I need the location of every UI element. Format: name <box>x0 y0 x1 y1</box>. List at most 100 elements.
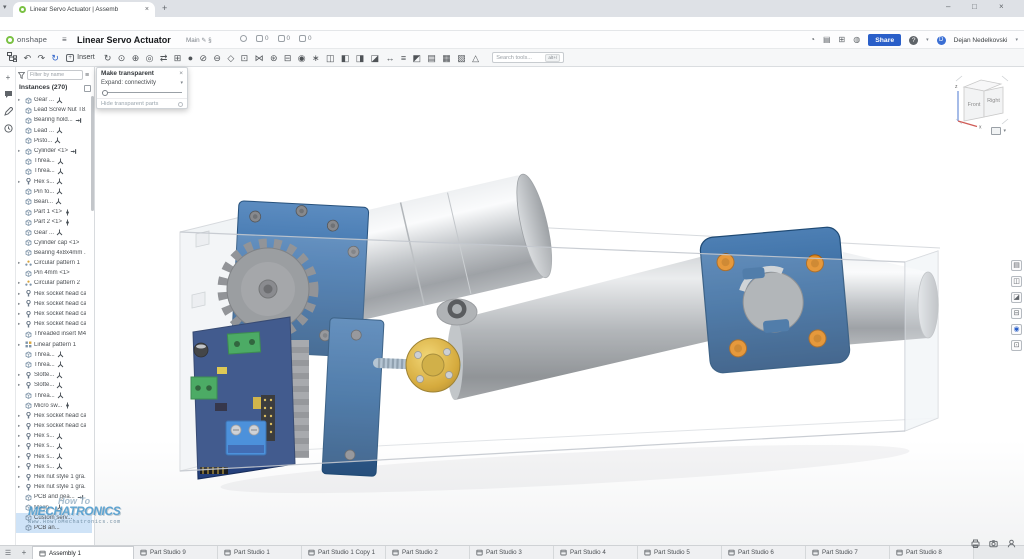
expand-caret-icon[interactable]: ▸ <box>18 148 23 154</box>
expand-caret-icon[interactable]: ▸ <box>18 321 23 327</box>
planar-mate-icon[interactable]: ⊞ <box>171 53 185 63</box>
list-scrollbar[interactable] <box>91 96 94 211</box>
instance-row[interactable]: ▸ Hex socket head ca... <box>16 309 92 319</box>
assembly-browser-icon[interactable] <box>4 52 20 64</box>
appearance-sphere-icon[interactable]: ◉ <box>1011 324 1022 335</box>
named-positions-icon[interactable]: ◨ <box>353 53 368 63</box>
instance-row[interactable]: ▸ Gear ... <box>16 95 92 105</box>
instance-row[interactable]: ▸ Threa... <box>16 350 92 360</box>
instance-row[interactable]: ▸ Hex socket head ca... <box>16 319 92 329</box>
slider-track[interactable] <box>102 92 182 93</box>
studio-tab[interactable]: Assembly 1 <box>32 546 134 559</box>
branch-counter[interactable]: 0 <box>256 35 269 42</box>
instance-row[interactable]: ▸ Hex socket head ca... <box>16 421 92 431</box>
onshape-logo[interactable]: onshape <box>6 35 47 44</box>
cylindrical-mate-icon[interactable]: ⊘ <box>196 53 210 63</box>
expand-caret-icon[interactable]: ▸ <box>18 311 23 317</box>
instance-row[interactable]: ▸ Hex socket head ca... <box>16 289 92 299</box>
expand-caret-icon[interactable]: ▸ <box>18 372 23 378</box>
feedback-icon[interactable]: ▤ <box>823 36 831 44</box>
expand-caret-icon[interactable]: ▸ <box>18 342 23 348</box>
instance-row[interactable]: ▸ Threa... <box>16 156 92 166</box>
instance-row[interactable]: ▸ Lead Screw Nut T8... <box>16 105 92 115</box>
display-states-icon[interactable]: ◧ <box>338 53 353 63</box>
bom-table-icon[interactable]: ▤ <box>1011 260 1022 271</box>
user-avatar[interactable]: D <box>937 36 946 45</box>
help-icon[interactable]: ? <box>909 36 918 45</box>
undo-icon[interactable]: ↶ <box>20 53 34 63</box>
instance-row[interactable]: ▸ Bearing 4x8x4mm ... <box>16 248 92 258</box>
instance-row[interactable]: ▸ Circular pattern 1 <box>16 258 92 268</box>
studio-tab[interactable]: Part Studio 4 <box>554 546 638 559</box>
insert-button[interactable]: + Insert <box>66 54 95 62</box>
instance-row[interactable]: ▸ Magn... <box>16 503 92 513</box>
instance-row[interactable]: ▸ Pin 4mm <1> <box>16 268 92 278</box>
comments-icon[interactable] <box>3 90 13 100</box>
rebuild-icon[interactable]: ↻ <box>48 53 62 63</box>
tab-search-icon[interactable]: ▾ <box>3 3 7 11</box>
instance-row[interactable]: ▸ Gear ... <box>16 227 92 237</box>
expand-caret-icon[interactable]: ▸ <box>18 464 23 470</box>
studio-tab[interactable]: Part Studio 5 <box>638 546 722 559</box>
instance-row[interactable]: ▸ Hex s... <box>16 177 92 187</box>
clipboard-icon[interactable]: ⊟ <box>1011 308 1022 319</box>
expand-caret-icon[interactable]: ▸ <box>18 454 23 460</box>
linear-pattern-icon[interactable]: ⊟ <box>281 53 295 63</box>
hide-transparent-parts-button[interactable]: Hide transparent parts <box>97 98 187 109</box>
new-tab-button[interactable]: + <box>162 4 167 13</box>
expand-caret-icon[interactable]: ▸ <box>18 291 23 297</box>
search-tools-input[interactable]: Search tools... alt+/ <box>492 52 564 63</box>
instance-row[interactable]: ▸ Hex s... <box>16 431 92 441</box>
revolute-mate-icon[interactable]: ◎ <box>142 53 156 63</box>
parts-list-icon[interactable]: ◫ <box>1011 276 1022 287</box>
instance-row[interactable]: ▸ Hex nut style 1 gra... <box>16 482 92 492</box>
share-button[interactable]: Share <box>868 34 901 46</box>
share-link-icon[interactable]: § <box>208 38 211 44</box>
collapse-all-icon[interactable] <box>84 85 91 92</box>
studio-tab[interactable]: Part Studio 8 <box>890 546 974 559</box>
expand-caret-icon[interactable]: ▸ <box>18 97 23 103</box>
expand-caret-icon[interactable]: ▸ <box>18 260 23 266</box>
instance-row[interactable]: ▸ Pin fo... <box>16 187 92 197</box>
print-icon[interactable] <box>971 539 980 548</box>
edit-pencil-panel-icon[interactable] <box>3 107 13 117</box>
expand-caret-icon[interactable]: ▸ <box>18 443 23 449</box>
window-minimize-button[interactable]: – <box>946 2 950 11</box>
instance-row[interactable]: ▸ PCB an... <box>16 523 92 533</box>
3d-viewport[interactable]: Front Right z x ▾ ▤ ◫ ◪ ⊟ ◉ ⊡ <box>95 67 1024 545</box>
expand-caret-icon[interactable]: ▸ <box>18 413 23 419</box>
view-options-button[interactable]: ▾ <box>991 127 1006 135</box>
window-maximize-button[interactable]: □ <box>972 2 977 11</box>
frame-icon[interactable]: ▧ <box>454 53 469 63</box>
tab-manager-icon[interactable]: ☰ <box>0 546 16 559</box>
instance-row[interactable]: ▸ Hex s... <box>16 452 92 462</box>
redo-icon[interactable]: ↷ <box>34 53 48 63</box>
pin-slot-mate-icon[interactable]: ⊖ <box>210 53 224 63</box>
ball-mate-icon[interactable]: ● <box>185 53 197 63</box>
user-name[interactable]: Dejan Nedelkovski <box>954 37 1008 44</box>
instance-row[interactable]: ▸ Cylinder <1> <box>16 146 92 156</box>
studio-tab[interactable]: Part Studio 2 <box>386 546 470 559</box>
expand-caret-icon[interactable]: ▸ <box>18 474 23 480</box>
appearance-icon[interactable]: ◩ <box>409 53 424 63</box>
instance-row[interactable]: ▸ Threa... <box>16 390 92 400</box>
instance-row[interactable]: ▸ PCB and gea... <box>16 492 92 502</box>
expand-caret-icon[interactable]: ▸ <box>18 433 23 439</box>
document-menu-icon[interactable]: ≡ <box>62 35 67 44</box>
instance-row[interactable]: ▸ Linear pattern 1 <box>16 340 92 350</box>
help-caret-icon[interactable]: ▾ <box>926 37 929 43</box>
instance-row[interactable]: ▸ Lead ... <box>16 126 92 136</box>
user-help-icon[interactable] <box>1007 539 1016 548</box>
filter-funnel-icon[interactable] <box>18 72 25 79</box>
instance-row[interactable]: ▸ Threa... <box>16 360 92 370</box>
studio-tab[interactable]: Part Studio 1 Copy 1 <box>302 546 386 559</box>
group-icon[interactable]: ⊡ <box>237 53 251 63</box>
instance-row[interactable]: ▸ Slotte... <box>16 380 92 390</box>
browser-tab[interactable]: Linear Servo Actuator | Assemb × <box>13 2 155 17</box>
measure-icon[interactable]: ↔ <box>382 53 397 63</box>
instance-row[interactable]: ▸ Hex s... <box>16 462 92 472</box>
screenshot-camera-icon[interactable] <box>989 539 998 548</box>
replicate-icon[interactable]: ⊛ <box>267 53 281 63</box>
studio-tab[interactable]: Part Studio 7 <box>806 546 890 559</box>
instance-row[interactable]: ▸ Threa... <box>16 166 92 176</box>
